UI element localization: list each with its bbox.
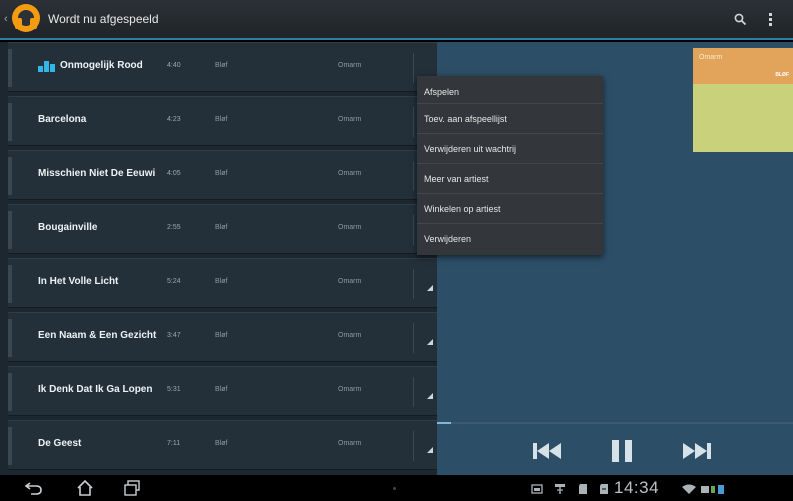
divider [413,323,414,353]
progress-fill [437,422,452,424]
track-row[interactable]: In Het Volle Licht 5:24 Bløf Omarm [8,258,437,308]
drag-handle[interactable] [8,265,12,303]
drag-handle[interactable] [8,157,12,195]
drag-handle[interactable] [8,103,12,141]
track-duration: 4:40 [167,62,181,69]
track-duration: 7:11 [167,440,181,447]
drag-handle[interactable] [8,49,12,87]
track-title: Onmogelijk Rood [60,60,143,71]
screenshot-icon [531,482,543,494]
track-artist: Bløf [215,224,228,231]
divider [413,107,414,137]
track-album: Omarm [338,386,362,393]
track-title: Een Naam & Een Gezicht [38,330,157,341]
track-row[interactable]: Bougainville 2:55 Bløf Omarm [8,204,437,254]
now-playing-icon [38,61,55,72]
menu-item-play[interactable]: Afspelen [417,76,603,104]
divider [413,53,414,83]
page-indicator [393,487,396,490]
track-album: Omarm [338,116,362,123]
download-icon [598,482,610,494]
album-art[interactable]: Omarm BLØF [693,48,793,152]
divider [413,431,414,461]
track-title: Ik Denk Dat Ik Ga Lopen [38,384,153,395]
back-icon[interactable] [24,479,44,497]
context-menu-trigger-icon[interactable] [420,431,436,461]
playback-controls [437,432,793,472]
track-album: Omarm [338,332,362,339]
previous-icon[interactable] [529,438,567,464]
overflow-menu-icon[interactable] [761,10,779,28]
track-artist: Bløf [215,116,228,123]
context-menu: Afspelen Toev. aan afspeellijst Verwijde… [417,76,603,255]
track-duration: 2:55 [167,224,181,231]
divider [413,215,414,245]
track-duration: 5:31 [167,386,181,393]
recent-apps-icon[interactable] [122,479,142,497]
search-icon[interactable] [731,10,749,28]
menu-item-remove-from-queue[interactable]: Verwijderen uit wachtrij [417,134,603,164]
track-title: De Geest [38,438,82,449]
track-duration: 3:47 [167,332,181,339]
album-art-title: Omarm [699,54,723,61]
track-list: Onmogelijk Rood 4:40 Bløf Omarm Barcelon… [0,42,437,475]
track-title: Bougainville [38,222,98,233]
track-artist: Bløf [215,332,228,339]
track-album: Omarm [338,440,362,447]
context-menu-trigger-icon[interactable] [420,269,436,299]
menu-item-more-by-artist[interactable]: Meer van artiest [417,164,603,194]
menu-item-add-to-playlist[interactable]: Toev. aan afspeellijst [417,104,603,134]
action-bar: ‹ Wordt nu afgespeeld [0,0,793,40]
track-artist: Bløf [215,386,228,393]
track-row[interactable]: De Geest 7:11 Bløf Omarm [8,420,437,470]
drag-handle[interactable] [8,427,12,465]
divider [413,161,414,191]
up-arrow-icon: ‹ [4,13,8,25]
clock: 14:34 [614,478,660,497]
track-album: Omarm [338,170,362,177]
track-artist: Bløf [215,440,228,447]
track-row[interactable]: Misschien Niet De Eeuwi 4:05 Bløf Omarm [8,150,437,200]
track-row[interactable]: Barcelona 4:23 Bløf Omarm [8,96,437,146]
home-icon[interactable] [75,479,95,497]
progress-bar[interactable] [437,422,793,424]
battery-icon [700,482,726,494]
track-row[interactable]: Onmogelijk Rood 4:40 Bløf Omarm [8,42,437,92]
track-album: Omarm [338,278,362,285]
track-title: Barcelona [38,114,87,125]
usb-icon [554,482,566,494]
track-album: Omarm [338,224,362,231]
page-title: Wordt nu afgespeeld [48,12,159,26]
divider [413,269,414,299]
track-artist: Bløf [215,278,228,285]
track-duration: 4:05 [167,170,181,177]
system-bar: 14:34 [0,475,793,501]
track-duration: 5:24 [167,278,181,285]
context-menu-trigger-icon[interactable] [420,377,436,407]
headphones-icon [12,4,40,32]
drag-handle[interactable] [8,319,12,357]
track-row[interactable]: Ik Denk Dat Ik Ga Lopen 5:31 Bløf Omarm [8,366,437,416]
track-title: Misschien Niet De Eeuwi [38,168,156,179]
track-title: In Het Volle Licht [38,276,119,287]
divider [413,377,414,407]
drag-handle[interactable] [8,211,12,249]
track-artist: Bløf [215,62,228,69]
track-duration: 4:23 [167,116,181,123]
wifi-icon [681,482,697,494]
drag-handle[interactable] [8,373,12,411]
pause-icon[interactable] [609,438,635,464]
context-menu-trigger-icon[interactable] [420,323,436,353]
sdcard-icon [577,482,589,494]
album-art-artist: BLØF [775,72,789,78]
track-artist: Bløf [215,170,228,177]
menu-item-shop-artist[interactable]: Winkelen op artiest [417,194,603,224]
next-icon[interactable] [677,438,715,464]
track-row[interactable]: Een Naam & Een Gezicht 3:47 Bløf Omarm [8,312,437,362]
app-home-button[interactable]: ‹ [4,0,44,39]
menu-item-delete[interactable]: Verwijderen [417,224,603,254]
track-album: Omarm [338,62,362,69]
